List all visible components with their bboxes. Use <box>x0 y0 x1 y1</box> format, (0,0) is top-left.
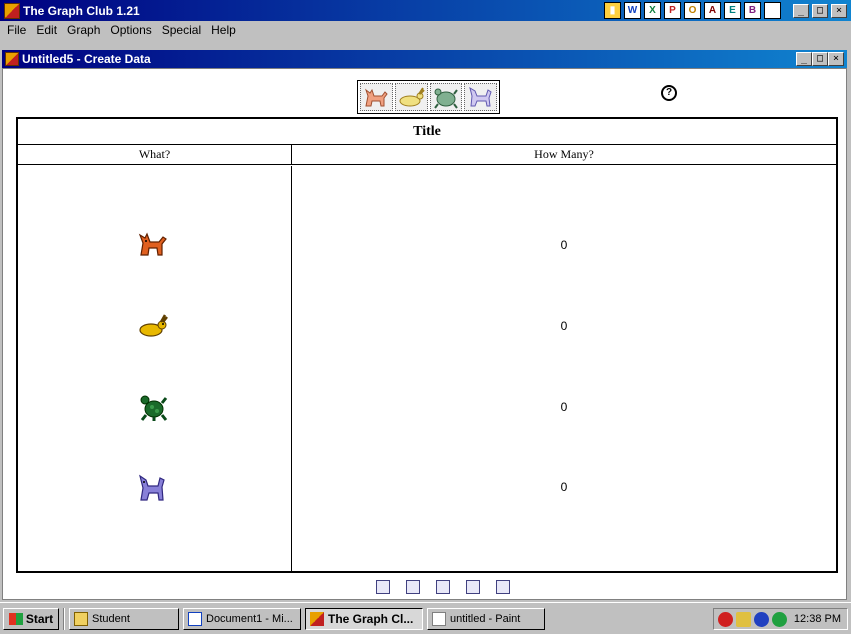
windows-logo-icon <box>8 612 23 625</box>
task-label: The Graph Cl... <box>328 611 414 626</box>
help-balloon-icon[interactable]: ? <box>661 85 677 101</box>
circle-graph-icon[interactable] <box>496 580 510 594</box>
antivirus-icon[interactable] <box>718 611 733 627</box>
menu-special[interactable]: Special <box>157 23 206 37</box>
network-icon[interactable] <box>754 611 769 627</box>
line-graph-icon[interactable] <box>466 580 480 594</box>
how-many-column: 0 0 0 0 <box>292 166 836 571</box>
doc-minimize-button[interactable]: _ <box>796 52 812 66</box>
what-column <box>18 166 292 571</box>
titlebar-right: ▮ W X P O A E B ? _ □ × <box>604 2 847 19</box>
task-graph-club[interactable]: The Graph Cl... <box>305 607 423 630</box>
header-what: What? <box>18 145 292 164</box>
header-how-many: How Many? <box>534 147 594 161</box>
task-student[interactable]: Student <box>69 607 179 630</box>
maximize-button[interactable]: □ <box>812 3 828 18</box>
document-window-controls: _ □ × <box>796 52 844 66</box>
count-value[interactable]: 0 <box>292 238 836 252</box>
book-icon[interactable]: B <box>744 2 761 19</box>
view-toolbar <box>376 580 510 594</box>
task-label: untitled - Paint <box>450 612 521 625</box>
document-icon <box>5 52 19 66</box>
rabbit-icon[interactable] <box>138 311 168 341</box>
word-doc-icon <box>188 611 202 626</box>
help-shortcut-icon[interactable]: ? <box>764 2 781 19</box>
volume-icon[interactable] <box>736 611 751 627</box>
turtle-icon[interactable] <box>138 392 168 422</box>
dog-icon[interactable] <box>138 472 168 502</box>
system-tray: 12:38 PM <box>713 608 848 630</box>
count-value[interactable]: 0 <box>292 400 836 414</box>
palette-cat-icon[interactable] <box>360 83 393 111</box>
graph-club-icon <box>310 611 324 626</box>
excel-icon[interactable]: X <box>644 2 661 19</box>
minimize-button[interactable]: _ <box>793 3 809 18</box>
table-view-icon[interactable] <box>376 580 390 594</box>
picture-palette <box>357 80 500 114</box>
palette-turtle-icon[interactable] <box>429 83 463 111</box>
pictograph-view-icon[interactable] <box>406 580 420 594</box>
task-paint[interactable]: untitled - Paint <box>427 607 545 630</box>
close-button[interactable]: × <box>831 3 847 18</box>
palette-dog-icon[interactable] <box>464 83 497 111</box>
count-value[interactable]: 0 <box>292 480 836 494</box>
access-icon[interactable]: A <box>704 2 721 19</box>
app-icon <box>4 2 20 19</box>
taskbar-separator <box>63 607 65 630</box>
menu-options[interactable]: Options <box>105 23 156 37</box>
menu-help[interactable]: Help <box>206 23 241 37</box>
doc-maximize-button[interactable]: □ <box>812 52 828 66</box>
task-document1[interactable]: Document1 - Mi... <box>183 607 301 630</box>
count-value[interactable]: 0 <box>292 319 836 333</box>
table-title[interactable]: Title <box>18 119 836 145</box>
app-title: The Graph Club 1.21 <box>23 3 140 18</box>
folder-icon <box>74 611 88 626</box>
table-body: 0 0 0 0 <box>18 166 836 571</box>
menu-file[interactable]: File <box>2 23 31 37</box>
office-shortcut-icon[interactable]: ▮ <box>604 2 621 19</box>
word-icon[interactable]: W <box>624 2 641 19</box>
menu-edit[interactable]: Edit <box>31 23 62 37</box>
table-header: What? How Many? <box>18 145 836 165</box>
paint-icon <box>432 611 446 626</box>
data-table: Title What? How Many? 0 0 0 0 <box>16 117 838 573</box>
palette-rabbit-icon[interactable] <box>394 83 428 111</box>
start-button[interactable]: Start <box>3 607 59 630</box>
document-title: Untitled5 - Create Data <box>22 52 151 66</box>
taskbar: Start Student Document1 - Mi... The Grap… <box>0 602 851 634</box>
create-data-area: ? Title What? How Many? 0 0 0 0 <box>2 68 847 600</box>
document-titlebar[interactable]: Untitled5 - Create Data _ □ × <box>2 50 847 68</box>
outlook-icon[interactable]: O <box>684 2 701 19</box>
menu-bar: File Edit Graph Options Special Help <box>0 21 851 39</box>
clock: 12:38 PM <box>793 613 841 625</box>
publisher-icon[interactable]: E <box>724 2 741 19</box>
bar-graph-icon[interactable] <box>436 580 450 594</box>
start-label: Start <box>25 611 54 626</box>
doc-close-button[interactable]: × <box>828 52 844 66</box>
cat-icon[interactable] <box>138 228 168 258</box>
powerpoint-icon[interactable]: P <box>664 2 681 19</box>
task-label: Document1 - Mi... <box>206 612 293 625</box>
menu-graph[interactable]: Graph <box>62 23 105 37</box>
globe-icon[interactable] <box>772 611 787 627</box>
app-titlebar[interactable]: The Graph Club 1.21 ▮ W X P O A E B ? _ … <box>0 0 851 21</box>
task-label: Student <box>92 612 130 625</box>
